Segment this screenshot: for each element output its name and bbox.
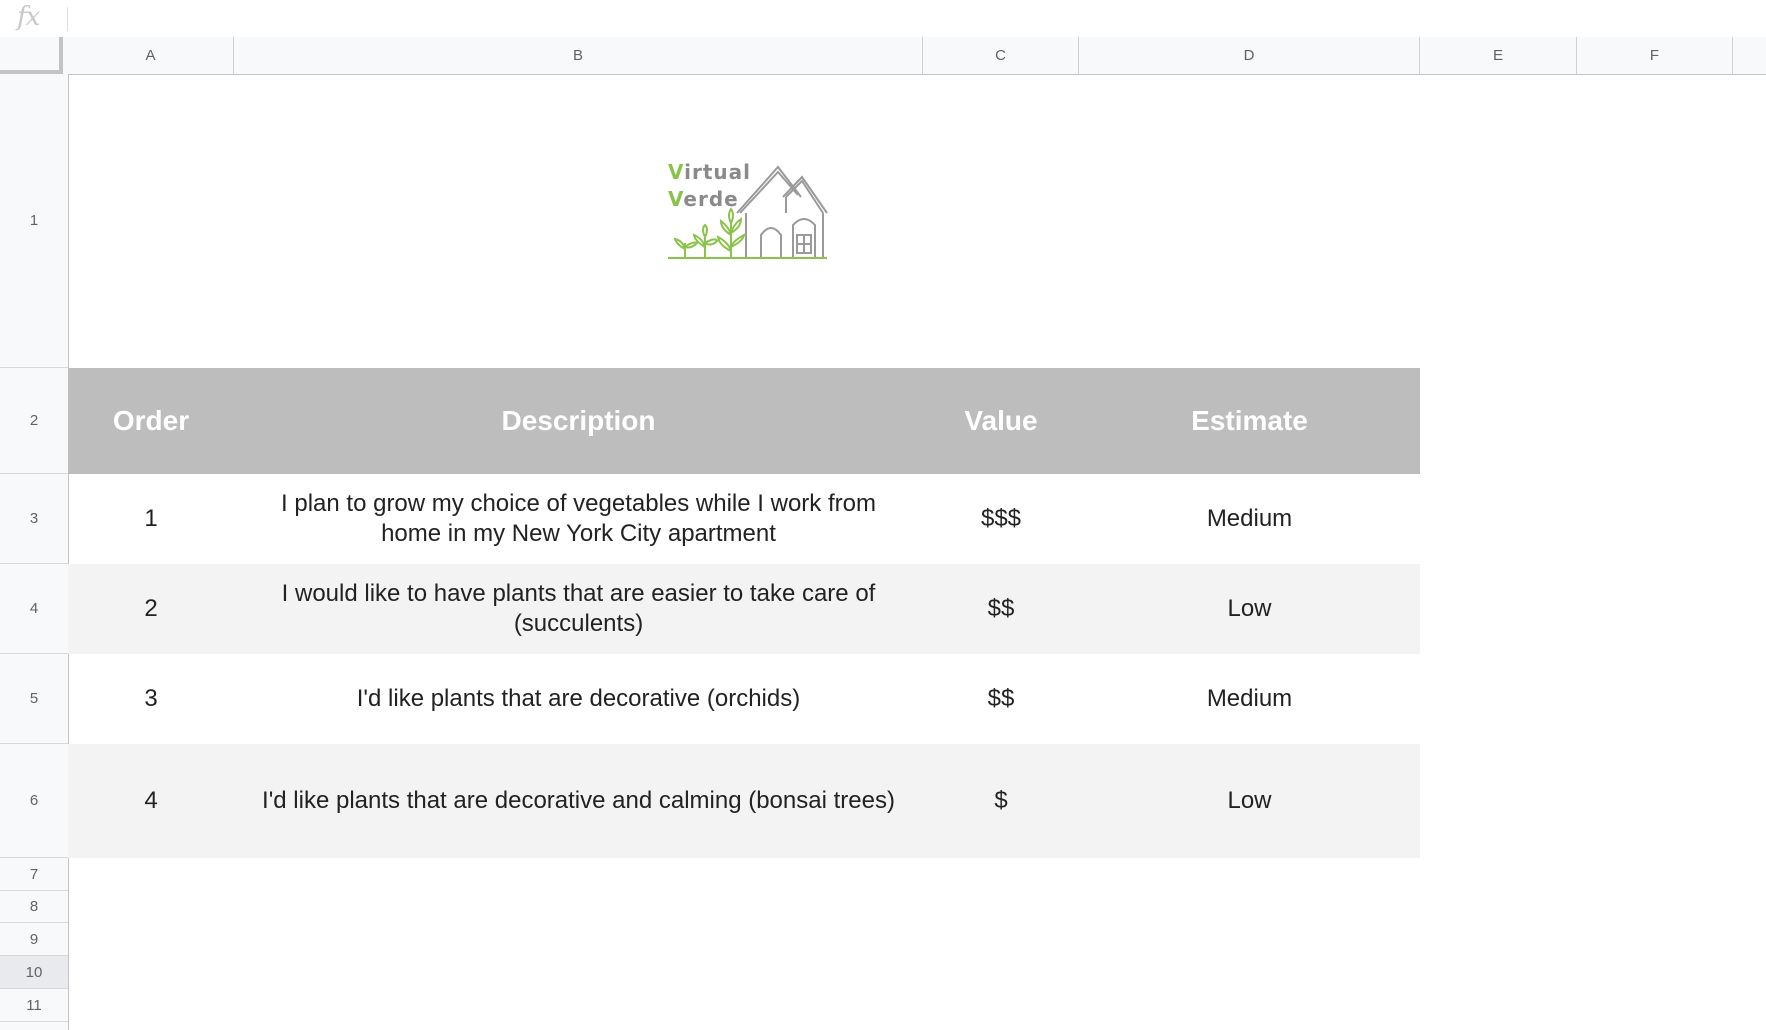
cell-order[interactable]: 3 <box>68 654 234 744</box>
table-row: 3 I'd like plants that are decorative (o… <box>68 654 1420 744</box>
header-order: Order <box>112 405 190 436</box>
column-header-c[interactable]: C <box>923 37 1079 74</box>
column-header-f[interactable]: F <box>1577 37 1733 74</box>
column-header-d[interactable]: D <box>1079 37 1420 74</box>
column-header-a[interactable]: A <box>68 37 234 74</box>
column-header-bar: A B C D E F <box>0 37 1766 75</box>
svg-text:Virtual: Virtual <box>668 160 751 184</box>
row-header-4[interactable]: 4 <box>0 564 68 654</box>
row-header-bar: 1 2 3 4 5 6 7 8 9 10 11 <box>0 74 69 1030</box>
cell-value[interactable]: $ <box>923 744 1079 858</box>
row-header-5[interactable]: 5 <box>0 654 68 744</box>
row-header-1[interactable]: 1 <box>0 74 68 368</box>
cell-value[interactable]: $$$ <box>923 474 1079 564</box>
svg-text:Verde: Verde <box>668 187 739 211</box>
fx-icon: fx <box>17 2 40 32</box>
formula-bar: fx <box>0 0 1766 38</box>
cell-description[interactable]: I'd like plants that are decorative and … <box>234 744 923 858</box>
row-header-3[interactable]: 3 <box>0 474 68 564</box>
table-header-row: Order Description Value Estimate <box>68 368 1420 474</box>
cell-order[interactable]: 1 <box>68 474 234 564</box>
cell-description[interactable]: I would like to have plants that are eas… <box>234 564 923 654</box>
header-description: Description <box>501 405 656 436</box>
virtual-verde-logo: Virtual Verde <box>665 155 835 265</box>
formula-input[interactable] <box>75 6 1745 32</box>
cell-order[interactable]: 2 <box>68 564 234 654</box>
cell-description[interactable]: I'd like plants that are decorative (orc… <box>234 654 923 744</box>
cell-estimate[interactable]: Medium <box>1079 654 1420 744</box>
cell-estimate[interactable]: Medium <box>1079 474 1420 564</box>
cell-value[interactable]: $$ <box>923 654 1079 744</box>
row-header-9[interactable]: 9 <box>0 923 68 956</box>
cell-description[interactable]: I plan to grow my choice of vegetables w… <box>234 474 923 564</box>
cell-order[interactable]: 4 <box>68 744 234 858</box>
row-header-10[interactable]: 10 <box>0 956 68 989</box>
row-header-8[interactable]: 8 <box>0 891 68 923</box>
header-estimate: Estimate <box>1191 405 1308 436</box>
header-value: Value <box>964 405 1038 436</box>
row-header-7[interactable]: 7 <box>0 858 68 891</box>
column-header-e[interactable]: E <box>1420 37 1577 74</box>
cell-estimate[interactable]: Low <box>1079 744 1420 858</box>
table-row: 4 I'd like plants that are decorative an… <box>68 744 1420 858</box>
formula-divider <box>67 7 68 31</box>
column-header-b[interactable]: B <box>234 37 923 74</box>
cell-estimate[interactable]: Low <box>1079 564 1420 654</box>
table-row: 1 I plan to grow my choice of vegetables… <box>68 474 1420 564</box>
cell-value[interactable]: $$ <box>923 564 1079 654</box>
row-header-11[interactable]: 11 <box>0 989 68 1022</box>
row-header-2[interactable]: 2 <box>0 368 68 474</box>
row-header-6[interactable]: 6 <box>0 744 68 858</box>
table-row: 2 I would like to have plants that are e… <box>68 564 1420 654</box>
select-all-corner[interactable] <box>0 37 63 74</box>
